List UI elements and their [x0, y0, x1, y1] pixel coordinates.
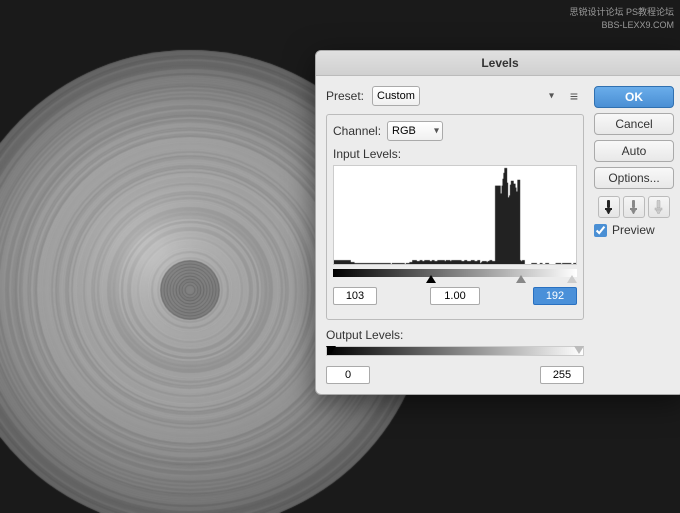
output-black-thumb[interactable] — [326, 346, 336, 354]
output-slider-track — [326, 346, 584, 362]
black-eyedropper-button[interactable] — [598, 196, 620, 218]
ok-button[interactable]: OK — [594, 86, 674, 108]
channel-section: Channel: RGB Red Green Blue Input Levels… — [326, 114, 584, 320]
levels-dialog: Levels Preset: Custom ≡ Channel: — [315, 50, 680, 395]
dialog-titlebar: Levels — [316, 51, 680, 76]
channel-select-wrapper: RGB Red Green Blue — [387, 121, 443, 141]
white-eyedropper-icon — [652, 200, 666, 214]
preview-row: Preview — [594, 223, 674, 237]
cancel-button[interactable]: Cancel — [594, 113, 674, 135]
preset-label: Preset: — [326, 89, 366, 103]
output-white-thumb[interactable] — [574, 346, 584, 354]
dialog-left-panel: Preset: Custom ≡ Channel: RGB Red — [326, 86, 584, 384]
input-levels-label: Input Levels: — [333, 147, 577, 161]
input-white-value[interactable] — [533, 287, 577, 305]
auto-button[interactable]: Auto — [594, 140, 674, 162]
preset-row: Preset: Custom ≡ — [326, 86, 584, 106]
input-black-thumb[interactable] — [426, 275, 436, 283]
gray-eyedropper-button[interactable] — [623, 196, 645, 218]
histogram-container — [333, 165, 577, 265]
gray-eyedropper-icon — [627, 200, 641, 214]
input-slider-track — [333, 269, 577, 283]
black-eyedropper-icon — [602, 200, 616, 214]
input-black-value[interactable] — [333, 287, 377, 305]
input-mid-thumb[interactable] — [516, 275, 526, 283]
channel-row: Channel: RGB Red Green Blue — [333, 121, 577, 141]
output-levels-section: Output Levels: — [326, 328, 584, 384]
preview-checkbox[interactable] — [594, 224, 607, 237]
input-mid-value[interactable] — [430, 287, 480, 305]
dialog-title: Levels — [481, 56, 518, 70]
channel-label: Channel: — [333, 124, 381, 138]
output-values-row — [326, 366, 584, 384]
input-white-thumb[interactable] — [567, 275, 577, 283]
channel-select[interactable]: RGB Red Green Blue — [387, 121, 443, 141]
eyedroppers-row — [594, 196, 674, 218]
input-values-row — [333, 287, 577, 305]
dialog-right-panel: OK Cancel Auto Options... — [594, 86, 674, 384]
output-black-value[interactable] — [326, 366, 370, 384]
white-eyedropper-button[interactable] — [648, 196, 670, 218]
preset-menu-button[interactable]: ≡ — [564, 86, 584, 106]
output-white-value[interactable] — [540, 366, 584, 384]
options-button[interactable]: Options... — [594, 167, 674, 189]
output-levels-label: Output Levels: — [326, 328, 584, 342]
preset-select[interactable]: Custom — [372, 86, 420, 106]
preset-select-wrapper: Custom — [372, 86, 558, 106]
preview-label[interactable]: Preview — [612, 223, 655, 237]
